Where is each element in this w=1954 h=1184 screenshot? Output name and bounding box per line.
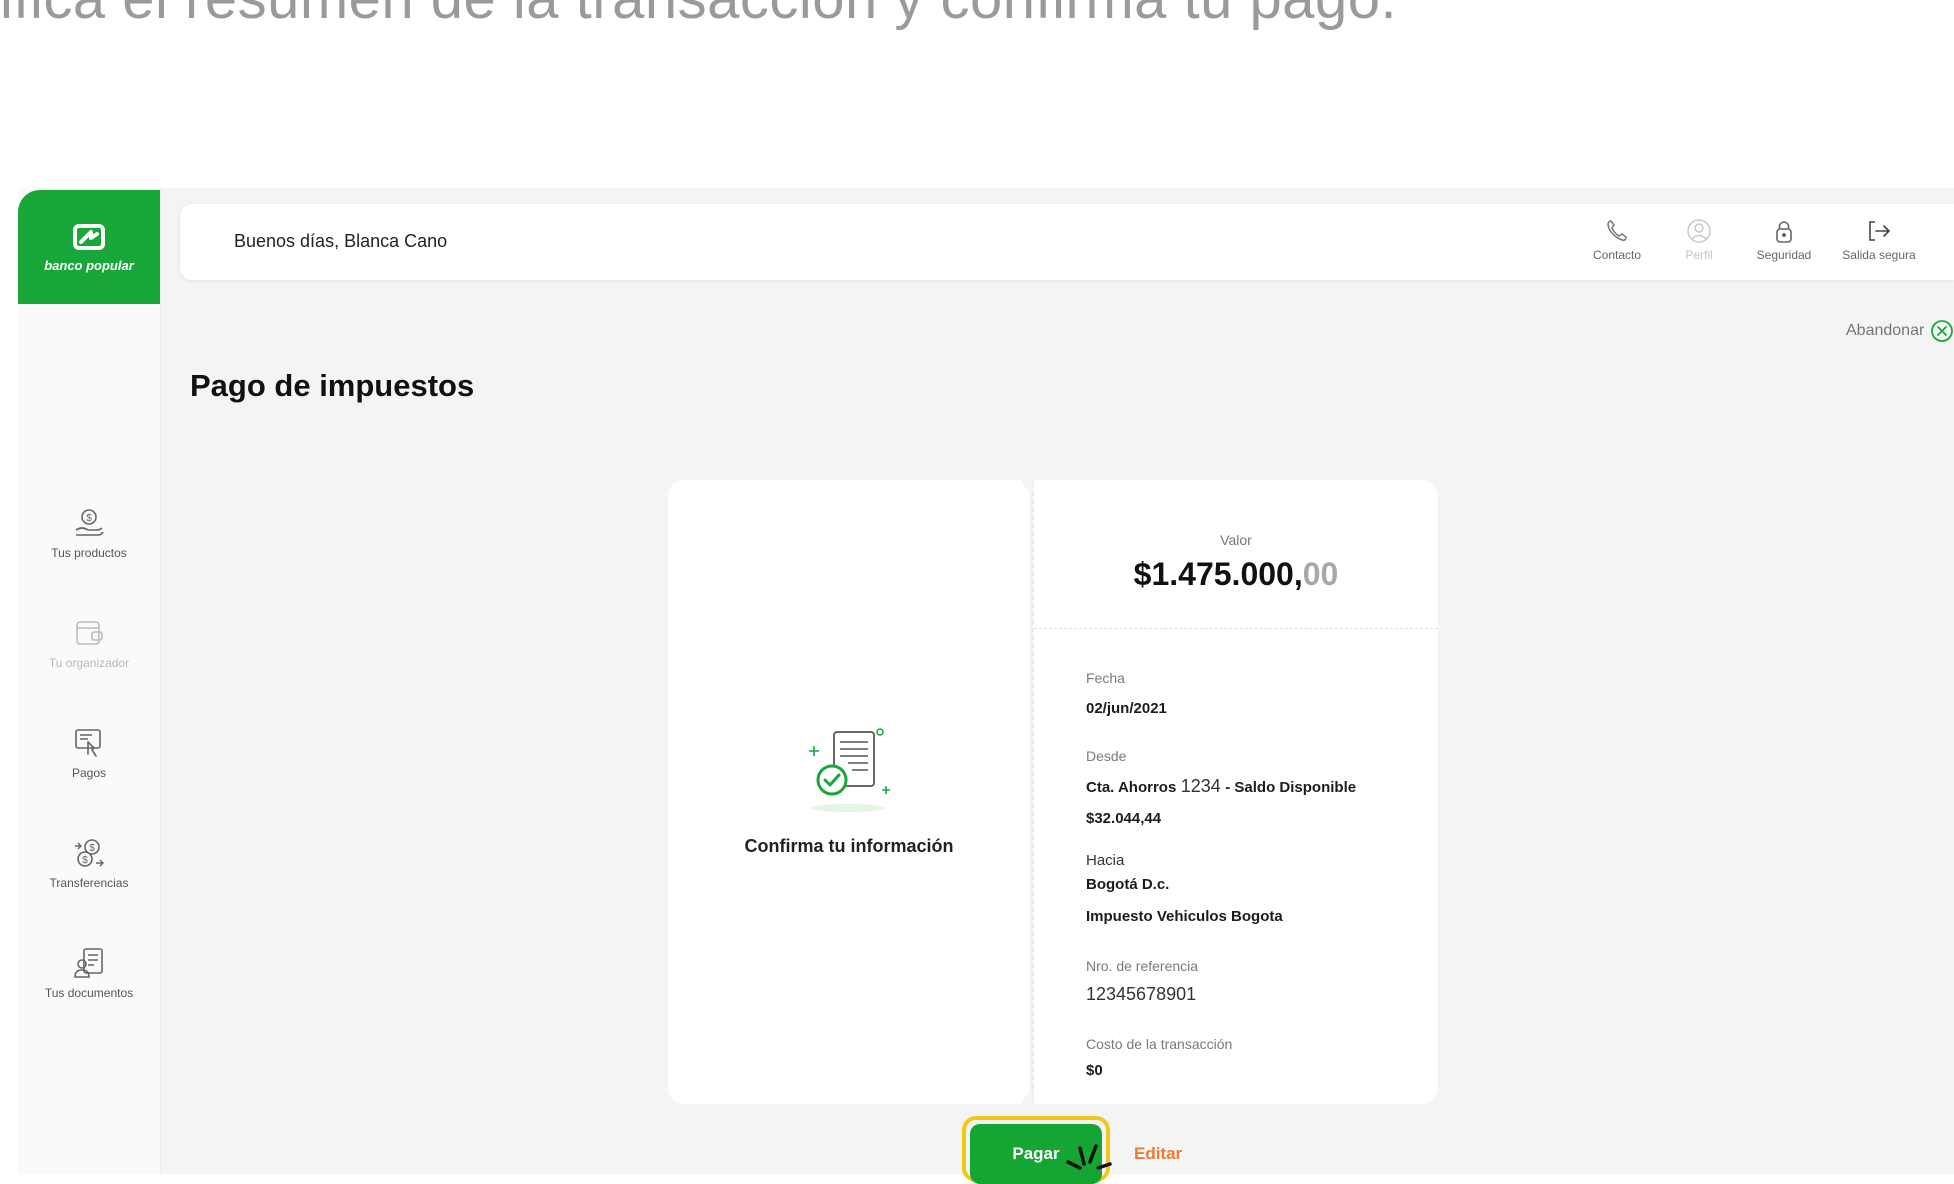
value-label: Valor: [1220, 532, 1252, 548]
value-amount: $1.475.000,00: [1034, 556, 1438, 593]
hacia-label: Hacia: [1086, 852, 1125, 869]
hacia-city: Bogotá D.c.: [1086, 876, 1170, 893]
wallet-icon: [76, 621, 103, 645]
click-indicator-icon: [1066, 1144, 1112, 1170]
phone-icon: [1607, 220, 1627, 241]
page-title: Pago de impuestos: [190, 368, 475, 403]
tutorial-caption: ifica el resumen de la transacción y con…: [0, 0, 1954, 28]
profile-icon: [1687, 219, 1711, 243]
confirm-panel: Confirma tu información: [668, 480, 1030, 1104]
sidebar-item-tus-productos[interactable]: $ Tus productos: [18, 506, 160, 560]
money-hand-icon: $: [75, 509, 104, 536]
sidebar-item-transferencias[interactable]: $ $ Transferencias: [18, 836, 160, 890]
sidebar-item-tus-documentos[interactable]: Tus documentos: [18, 946, 160, 1000]
reference-value: 12345678901: [1086, 984, 1197, 1004]
desde-label: Desde: [1086, 748, 1127, 764]
sidebar: banco popular $ Tus productos Tu organiz…: [18, 188, 161, 1174]
sidebar-item-pagos[interactable]: Pagos: [18, 726, 160, 780]
edit-button[interactable]: Editar: [1134, 1144, 1182, 1164]
value-amount-main: $1.475.000,: [1133, 556, 1303, 592]
sidebar-item-label: Tus productos: [51, 546, 127, 560]
document-check-icon: [809, 728, 890, 812]
app-window: banco popular $ Tus productos Tu organiz…: [18, 188, 1954, 1174]
sidebar-item-label: Pagos: [71, 766, 107, 780]
contact-label: Contacto: [1592, 248, 1642, 262]
sidebar-item-label: Tus documentos: [44, 986, 134, 1000]
confirm-info-text: Confirma tu información: [744, 836, 954, 856]
action-bar: Pagar Editar: [0, 1116, 1954, 1184]
fecha-value: 02/jun/2021: [1086, 700, 1167, 717]
desde-account: Cta. Ahorros 1234 - Saldo Disponible: [1086, 776, 1356, 797]
svg-text:$: $: [82, 855, 88, 866]
greeting-text: Buenos días, Blanca Cano: [234, 231, 448, 251]
cost-value: $0: [1086, 1062, 1103, 1079]
svg-text:$: $: [86, 513, 92, 524]
contact-button[interactable]: Contacto: [1582, 218, 1652, 262]
desde-account-suffix: - Saldo Disponible: [1225, 779, 1357, 796]
transaction-summary-panel: Valor $1.475.000,00 Fecha 02/jun/2021 De…: [1034, 480, 1438, 1104]
security-button[interactable]: Seguridad: [1746, 218, 1822, 262]
value-separator: [1034, 628, 1438, 629]
desde-account-number: 1234: [1180, 776, 1221, 796]
sidebar-item-label: Transferencias: [49, 876, 129, 890]
bank-logo-mark-icon: [73, 223, 105, 250]
sidebar-item-tu-organizador[interactable]: Tu organizador: [18, 616, 160, 670]
logout-icon: [1869, 221, 1891, 241]
svg-text:$: $: [89, 843, 95, 854]
close-circle-icon: [1931, 320, 1954, 342]
bank-logo[interactable]: banco popular: [18, 190, 160, 304]
value-amount-cents: 00: [1302, 556, 1339, 592]
lock-icon: [1776, 221, 1792, 243]
payment-screen-icon: [75, 729, 101, 757]
secure-logout-label: Salida segura: [1842, 248, 1916, 262]
transfer-coins-icon: $ $: [75, 839, 104, 867]
desde-balance: $32.044,44: [1086, 810, 1162, 827]
profile-label: Perfil: [1685, 248, 1713, 262]
top-bar: Buenos días, Blanca Cano Contacto Perfil…: [180, 204, 1954, 280]
documents-icon: [74, 948, 103, 978]
fecha-label: Fecha: [1086, 670, 1125, 686]
hacia-tax: Impuesto Vehiculos Bogota: [1086, 908, 1283, 925]
cost-label: Costo de la transacción: [1086, 1036, 1233, 1052]
bank-brand-name: banco popular: [44, 257, 134, 273]
profile-button[interactable]: Perfil: [1674, 218, 1724, 262]
abandon-label: Abandonar: [1846, 322, 1925, 339]
desde-account-type: Cta. Ahorros: [1086, 779, 1177, 796]
secure-logout-button[interactable]: Salida segura: [1832, 218, 1926, 262]
abandon-button[interactable]: Abandonar: [1846, 319, 1954, 343]
reference-label: Nro. de referencia: [1086, 958, 1199, 974]
sidebar-item-label: Tu organizador: [48, 656, 130, 670]
security-label: Seguridad: [1756, 248, 1812, 262]
